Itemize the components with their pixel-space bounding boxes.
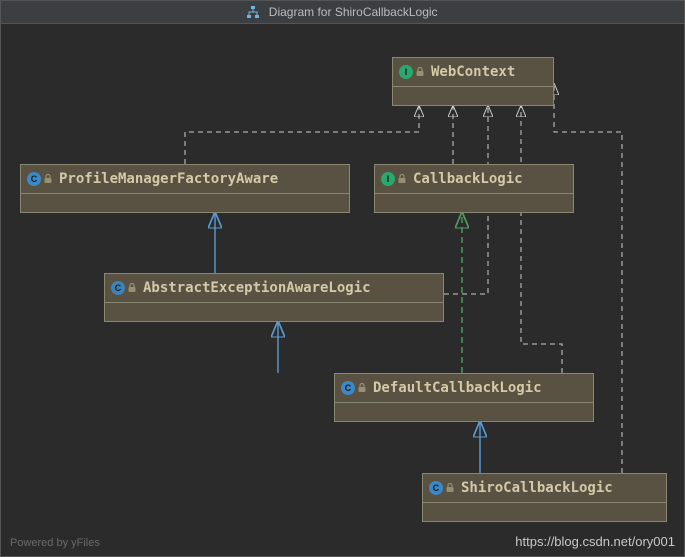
class-icon: C (341, 381, 355, 395)
class-name-label: WebContext (431, 64, 515, 80)
source-url-label: https://blog.csdn.net/ory001 (515, 534, 675, 549)
lock-icon (415, 67, 425, 77)
class-header: C DefaultCallbackLogic (335, 374, 593, 402)
class-body (393, 86, 553, 105)
abstract-class-icon: C (111, 281, 125, 295)
class-box-DefaultCallbackLogic[interactable]: C DefaultCallbackLogic (334, 373, 594, 422)
class-name-label: DefaultCallbackLogic (373, 380, 542, 396)
lock-icon (127, 283, 137, 293)
powered-by-label: Powered by yFiles (10, 537, 100, 549)
interface-icon: I (399, 65, 413, 79)
class-box-WebContext[interactable]: I WebContext (392, 57, 554, 106)
class-header: C ProfileManagerFactoryAware (21, 165, 349, 193)
class-body (21, 193, 349, 212)
class-body (375, 193, 573, 212)
lock-icon (445, 483, 455, 493)
class-header: I CallbackLogic (375, 165, 573, 193)
lock-icon (397, 174, 407, 184)
class-header: I WebContext (393, 58, 553, 86)
class-body (335, 402, 593, 421)
edge-uses (185, 106, 419, 164)
diagram-window: Diagram for ShiroCallbackLogic (0, 0, 685, 557)
window-title: Diagram for ShiroCallbackLogic (269, 5, 438, 19)
class-box-ProfileManagerFactoryAware[interactable]: C ProfileManagerFactoryAware (20, 164, 350, 213)
titlebar: Diagram for ShiroCallbackLogic (1, 1, 684, 24)
class-name-label: AbstractExceptionAwareLogic (143, 280, 371, 296)
lock-icon (43, 174, 53, 184)
class-name-label: CallbackLogic (413, 171, 523, 187)
interface-icon: I (381, 172, 395, 186)
edge-uses (521, 106, 562, 373)
diagram-canvas[interactable]: I WebContext C ProfileManagerFactoryAware I C… (2, 24, 683, 555)
uml-diagram-icon (247, 6, 259, 18)
class-header: C ShiroCallbackLogic (423, 474, 666, 502)
class-header: C AbstractExceptionAwareLogic (105, 274, 443, 302)
class-name-label: ProfileManagerFactoryAware (59, 171, 278, 187)
class-name-label: ShiroCallbackLogic (461, 480, 613, 496)
class-icon: C (429, 481, 443, 495)
class-box-CallbackLogic[interactable]: I CallbackLogic (374, 164, 574, 213)
class-box-ShiroCallbackLogic[interactable]: C ShiroCallbackLogic (422, 473, 667, 522)
class-body (423, 502, 666, 521)
class-box-AbstractExceptionAwareLogic[interactable]: C AbstractExceptionAwareLogic (104, 273, 444, 322)
lock-icon (357, 383, 367, 393)
class-icon: C (27, 172, 41, 186)
class-body (105, 302, 443, 321)
